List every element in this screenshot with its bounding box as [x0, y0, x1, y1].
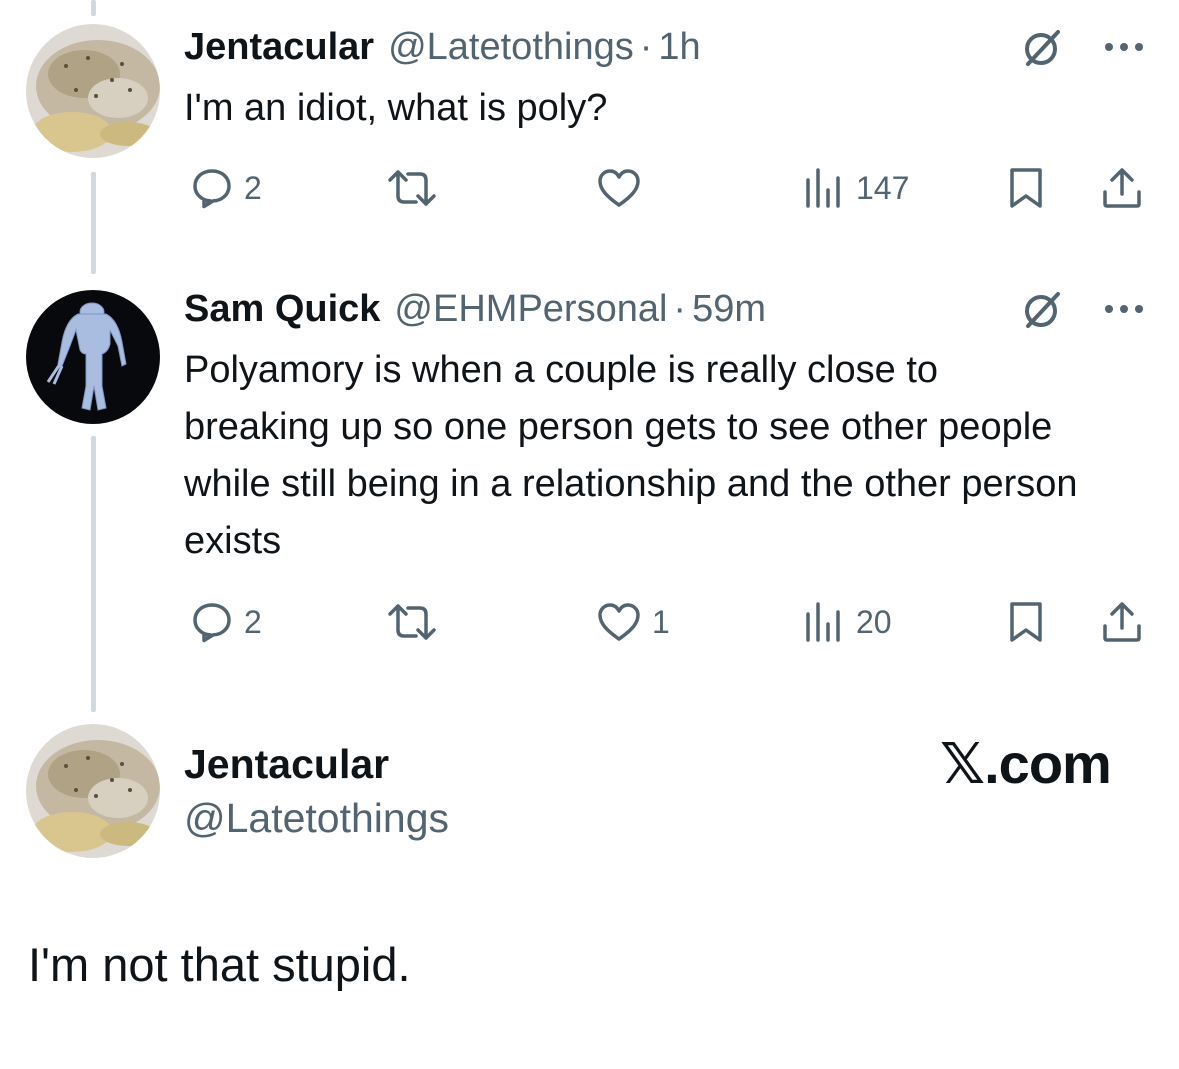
heart-icon [598, 603, 640, 641]
tweet1-separator: · [639, 26, 653, 68]
tweet2-like-count: 1 [652, 603, 670, 640]
tweet2-reply-button[interactable]: 2 [190, 600, 262, 644]
avatar-sam-quick[interactable] [26, 290, 160, 424]
tweet2-display-name[interactable]: Sam Quick [184, 286, 380, 332]
heart-icon [598, 169, 640, 207]
tweet2-reply-count: 2 [244, 603, 262, 640]
tweet2-timestamp[interactable]: 59m [692, 286, 766, 332]
tweet2-header: Sam Quick @EHMPersonal · 59m [184, 286, 766, 332]
tweet2-separator: · [673, 288, 687, 330]
tweet2-retweet-button[interactable] [386, 600, 448, 644]
tweet1-text: I'm an idiot, what is poly? [184, 87, 608, 129]
reply-text: I'm not that stupid. [28, 938, 411, 991]
tweet1-view-count: 147 [856, 169, 910, 206]
tweet1-timestamp[interactable]: 1h [658, 24, 700, 70]
tweet2-text: Polyamory is when a couple is really clo… [184, 349, 1078, 562]
more-three-dots-icon[interactable] [1104, 304, 1144, 314]
thread-line-1 [91, 172, 96, 274]
speech-bubble-icon [193, 603, 231, 643]
retweet-arrows-icon [388, 170, 436, 206]
tweet2-view-count: 20 [856, 603, 892, 640]
tweet1-share-button[interactable] [1100, 166, 1144, 210]
tweet2-handle[interactable]: @EHMPersonal [394, 286, 667, 332]
avatar-jentacular[interactable] [26, 24, 160, 158]
tweet1-handle[interactable]: @Latetothings [388, 24, 634, 70]
tweet1-reply-button[interactable]: 2 [190, 166, 262, 210]
x-com-logo: 𝕏.com [940, 732, 1112, 795]
tweet1-reply-count: 2 [244, 169, 262, 206]
reply-handle[interactable]: @Latetothings [184, 794, 449, 842]
share-upload-icon [1103, 168, 1141, 208]
tweet1-like-button[interactable] [596, 166, 652, 210]
grok-slash-circle-icon[interactable] [1020, 28, 1062, 70]
tweet2-bookmark-button[interactable] [1006, 600, 1046, 644]
tweet1-bookmark-button[interactable] [1006, 166, 1046, 210]
avatar-jentacular-reply[interactable] [26, 724, 160, 858]
reply-display-name[interactable]: Jentacular [184, 740, 389, 788]
tweet2-like-button[interactable]: 1 [596, 600, 670, 644]
more-three-dots-icon[interactable] [1104, 42, 1144, 52]
bookmark-icon [1010, 168, 1042, 208]
bar-chart-icon [806, 168, 840, 208]
thread-line-2 [91, 436, 96, 712]
grok-slash-circle-icon[interactable] [1020, 290, 1062, 332]
tweet2-views-button[interactable]: 20 [802, 600, 892, 644]
speech-bubble-icon [193, 169, 231, 209]
bar-chart-icon [806, 602, 840, 642]
tweet1-display-name[interactable]: Jentacular [184, 24, 374, 70]
share-upload-icon [1103, 602, 1141, 642]
tweet1-views-button[interactable]: 147 [802, 166, 909, 210]
thread-line-top [91, 0, 96, 16]
tweet2-share-button[interactable] [1100, 600, 1144, 644]
tweet1-header: Jentacular @Latetothings · 1h [184, 24, 701, 70]
retweet-arrows-icon [388, 604, 436, 640]
bookmark-icon [1010, 602, 1042, 642]
tweet1-retweet-button[interactable] [386, 166, 448, 210]
